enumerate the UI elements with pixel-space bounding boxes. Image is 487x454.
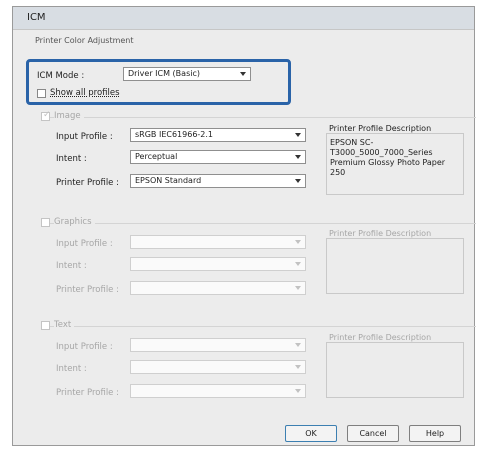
chevron-down-icon <box>295 389 301 393</box>
cancel-button[interactable]: Cancel <box>347 425 399 442</box>
help-button[interactable]: Help <box>409 425 461 442</box>
text-intent-select[interactable] <box>130 360 306 374</box>
image-section-divider <box>41 117 476 118</box>
graphics-printer-profile-select[interactable] <box>130 281 306 295</box>
text-checkbox[interactable] <box>41 321 50 330</box>
highlight-box <box>26 59 291 105</box>
image-intent-select[interactable]: Perceptual <box>130 150 306 164</box>
image-description-panel: EPSON SC-T3000_5000_7000_Series Premium … <box>326 133 464 195</box>
text-label: Text <box>54 320 75 330</box>
text-description-panel <box>326 342 464 398</box>
chevron-down-icon <box>295 155 301 159</box>
chevron-down-icon <box>295 365 301 369</box>
graphics-intent-label: Intent : <box>56 261 87 271</box>
text-description-title: Printer Profile Description <box>329 333 432 342</box>
image-input-profile-select[interactable]: sRGB IEC61966-2.1 <box>130 128 306 142</box>
title-bar: ICM <box>13 7 474 30</box>
image-input-profile-value: sRGB IEC61966-2.1 <box>135 130 214 139</box>
text-input-profile-select[interactable] <box>130 338 306 352</box>
image-printer-profile-value: EPSON Standard <box>135 176 202 185</box>
image-label: Image <box>54 111 84 121</box>
text-printer-profile-label: Printer Profile : <box>56 388 119 398</box>
chevron-down-icon <box>295 240 301 244</box>
image-checkbox[interactable]: ✓ <box>41 110 51 121</box>
chevron-down-icon <box>295 179 301 183</box>
icm-mode-label: ICM Mode : <box>37 71 85 81</box>
window-title: ICM <box>27 12 46 23</box>
graphics-input-profile-select[interactable] <box>130 235 306 249</box>
image-input-profile-label: Input Profile : <box>56 132 113 142</box>
group-label: Printer Color Adjustment <box>35 36 134 45</box>
ok-button[interactable]: OK <box>285 425 337 442</box>
graphics-input-profile-label: Input Profile : <box>56 239 113 249</box>
graphics-checkbox[interactable] <box>41 218 50 227</box>
image-intent-label: Intent : <box>56 154 87 164</box>
icm-mode-value: Driver ICM (Basic) <box>128 69 200 78</box>
show-all-profiles-checkbox[interactable] <box>37 89 46 98</box>
icm-dialog: ICM Printer Color Adjustment ICM Mode : … <box>12 6 476 446</box>
graphics-label: Graphics <box>54 217 95 227</box>
chevron-down-icon <box>295 343 301 347</box>
icm-mode-select[interactable]: Driver ICM (Basic) <box>123 67 251 81</box>
graphics-printer-profile-label: Printer Profile : <box>56 285 119 295</box>
text-input-profile-label: Input Profile : <box>56 342 113 352</box>
chevron-down-icon <box>295 286 301 290</box>
checkmark-icon: ✓ <box>43 110 51 120</box>
show-all-profiles-label: Show all profiles <box>50 88 120 98</box>
chevron-down-icon <box>295 262 301 266</box>
chevron-down-icon <box>295 133 301 137</box>
graphics-intent-select[interactable] <box>130 257 306 271</box>
graphics-description-panel <box>326 238 464 294</box>
image-description-title: Printer Profile Description <box>329 124 432 133</box>
text-printer-profile-select[interactable] <box>130 384 306 398</box>
text-intent-label: Intent : <box>56 364 87 374</box>
image-description-text: EPSON SC-T3000_5000_7000_Series Premium … <box>330 138 446 177</box>
graphics-section-divider <box>41 223 476 224</box>
graphics-description-title: Printer Profile Description <box>329 229 432 238</box>
chevron-down-icon <box>240 72 246 76</box>
image-intent-value: Perceptual <box>135 152 178 161</box>
image-printer-profile-label: Printer Profile : <box>56 178 119 188</box>
text-section-divider <box>41 326 476 327</box>
image-printer-profile-select[interactable]: EPSON Standard <box>130 174 306 188</box>
